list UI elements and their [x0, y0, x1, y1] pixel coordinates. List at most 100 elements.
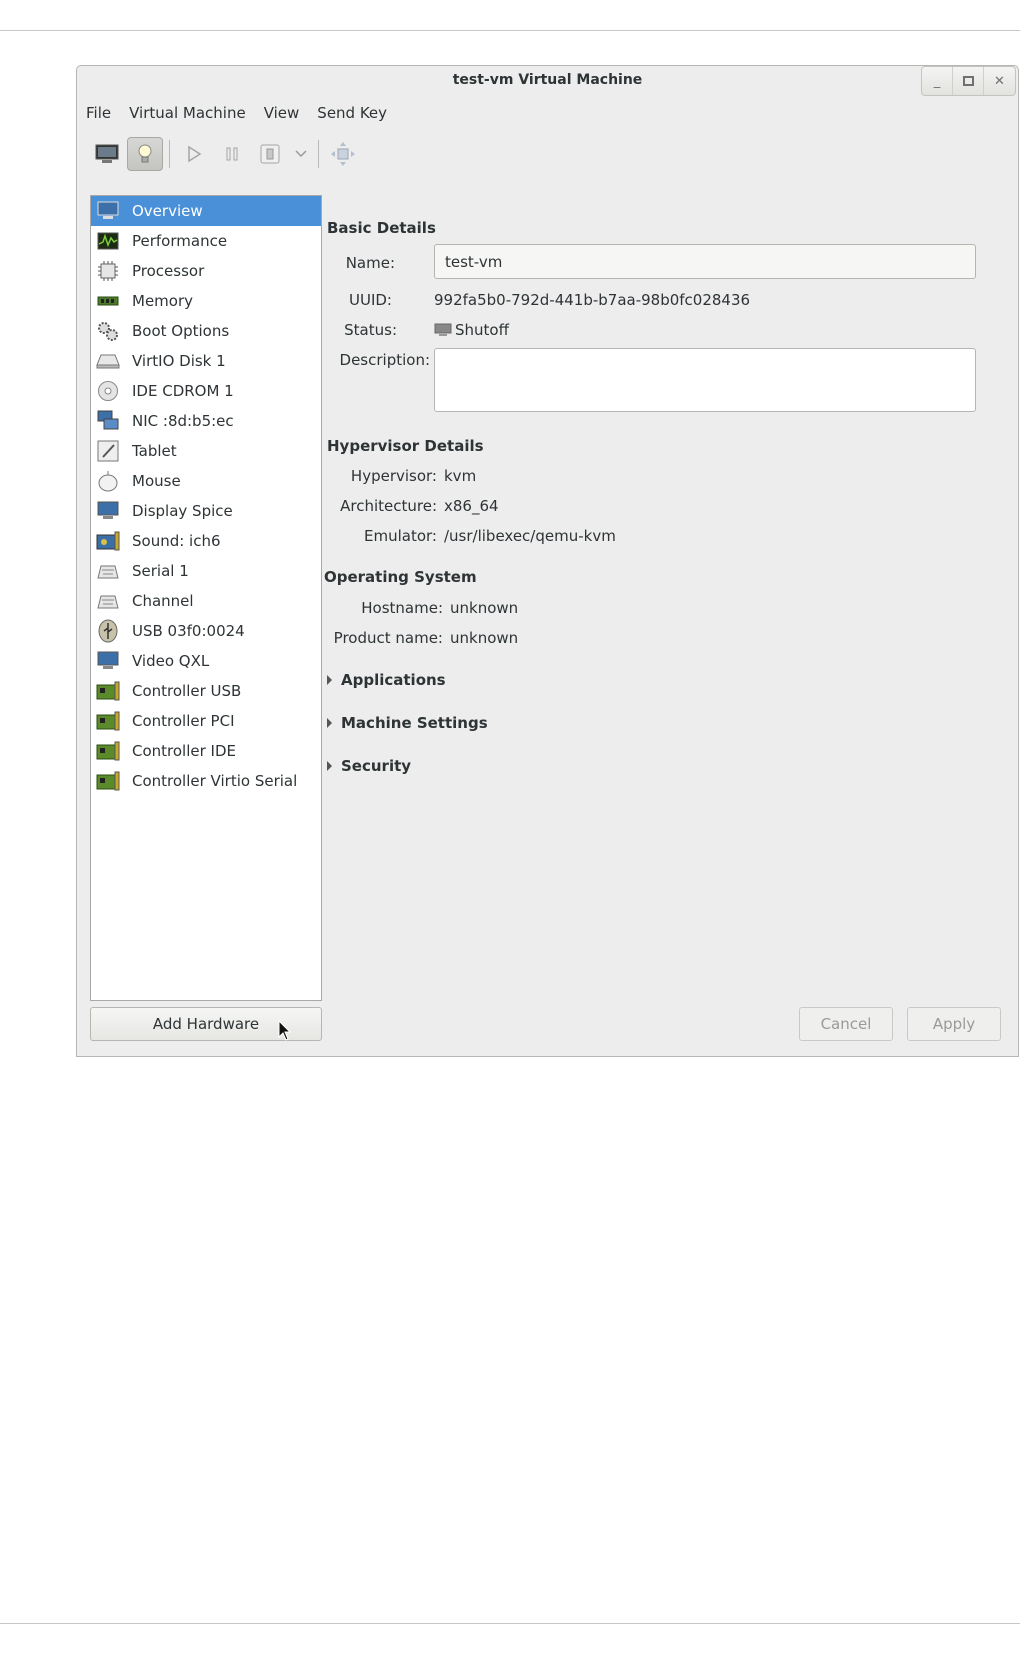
sidebar-item-mouse[interactable]: Mouse [91, 466, 321, 496]
toolbar [89, 136, 363, 172]
sidebar-item-nic[interactable]: NIC :8d:b5:ec [91, 406, 321, 436]
cpu-chip-icon [96, 260, 120, 282]
sidebar-item-label: Channel [132, 592, 194, 610]
tablet-icon [96, 440, 120, 462]
close-button[interactable]: ✕ [984, 67, 1015, 95]
expander-arrow-icon [327, 761, 332, 771]
menu-file[interactable]: File [77, 102, 120, 124]
sidebar-item-controller-virtio-serial[interactable]: Controller Virtio Serial [91, 766, 321, 796]
expander-arrow-icon [327, 718, 332, 728]
sidebar-item-virtio-disk-1[interactable]: VirtIO Disk 1 [91, 346, 321, 376]
performance-graph-icon [96, 230, 120, 252]
basic-details-heading: Basic Details [327, 219, 436, 237]
product-name-label: Product name: [333, 629, 443, 647]
shutdown-menu-button[interactable] [290, 137, 312, 171]
emulator-label: Emulator: [364, 527, 437, 545]
hostname-value: unknown [450, 599, 519, 617]
sidebar-item-label: Overview [132, 202, 203, 220]
display-icon [96, 500, 120, 522]
sound-card-icon [96, 530, 120, 552]
sidebar-item-channel[interactable]: Channel [91, 586, 321, 616]
sidebar-item-video-qxl[interactable]: Video QXL [91, 646, 321, 676]
name-label: Name: [345, 254, 395, 272]
cancel-button[interactable]: Cancel [799, 1007, 893, 1041]
uuid-label: UUID: [349, 291, 392, 309]
architecture-value: x86_64 [444, 497, 499, 515]
sidebar-item-controller-pci[interactable]: Controller PCI [91, 706, 321, 736]
shutdown-icon [260, 144, 280, 164]
sidebar-item-label: Controller Virtio Serial [132, 772, 298, 790]
sidebar-item-label: Display Spice [132, 502, 233, 520]
sidebar-item-performance[interactable]: Performance [91, 226, 321, 256]
applications-expander[interactable]: Applications [327, 671, 446, 689]
machine-settings-expander[interactable]: Machine Settings [327, 714, 488, 732]
menu-virtual-machine[interactable]: Virtual Machine [120, 102, 255, 124]
toolbar-separator [169, 140, 170, 168]
gears-icon [96, 320, 120, 342]
sidebar-item-label: Boot Options [132, 322, 230, 340]
channel-icon [96, 590, 120, 612]
sidebar-item-label: Processor [132, 262, 205, 280]
hypervisor-details-heading: Hypervisor Details [327, 437, 484, 455]
minimize-button[interactable]: _ [922, 67, 953, 95]
security-expander[interactable]: Security [327, 757, 411, 775]
security-label: Security [341, 757, 412, 775]
sidebar-item-usb[interactable]: USB 03f0:0024 [91, 616, 321, 646]
hypervisor-value: kvm [444, 467, 477, 485]
sidebar-item-label: Controller IDE [132, 742, 237, 760]
description-label: Description: [339, 351, 430, 369]
sidebar-item-controller-ide[interactable]: Controller IDE [91, 736, 321, 766]
top-divider [0, 30, 1020, 31]
status-text: Shutoff [455, 321, 509, 339]
window-title: test-vm Virtual Machine [452, 72, 643, 88]
sidebar-item-sound-ich6[interactable]: Sound: ich6 [91, 526, 321, 556]
console-button[interactable] [89, 137, 125, 171]
title-bar[interactable]: test-vm Virtual Machine _ ✕ [77, 66, 1018, 96]
fullscreen-button[interactable] [325, 137, 361, 171]
maximize-button[interactable] [953, 67, 984, 95]
sidebar-item-label: Mouse [132, 472, 181, 490]
sidebar-item-processor[interactable]: Processor [91, 256, 321, 286]
sidebar-item-serial-1[interactable]: Serial 1 [91, 556, 321, 586]
status-value: Shutoff [434, 321, 509, 339]
run-button[interactable] [176, 137, 212, 171]
hardware-list: Overview Performance Processor Memory Bo… [90, 195, 322, 1001]
apply-button[interactable]: Apply [907, 1007, 1001, 1041]
details-button[interactable] [127, 137, 163, 171]
mouse-icon [96, 470, 120, 492]
menu-bar: File Virtual Machine View Send Key [77, 102, 396, 124]
sidebar-item-overview[interactable]: Overview [91, 196, 321, 226]
hard-disk-icon [96, 350, 120, 372]
architecture-label: Architecture: [340, 497, 437, 515]
applications-label: Applications [341, 671, 446, 689]
video-card-icon [96, 650, 120, 672]
sidebar-item-label: Controller PCI [132, 712, 235, 730]
sidebar-item-ide-cdrom-1[interactable]: IDE CDROM 1 [91, 376, 321, 406]
name-field[interactable]: test-vm [434, 244, 976, 279]
emulator-value: /usr/libexec/qemu-kvm [444, 527, 616, 545]
menu-view[interactable]: View [255, 102, 309, 124]
operating-system-heading: Operating System [324, 568, 477, 586]
sidebar-item-display-spice[interactable]: Display Spice [91, 496, 321, 526]
mouse-pointer-icon [278, 1020, 292, 1041]
uuid-value: 992fa5b0-792d-441b-b7aa-98b0fc028436 [434, 291, 751, 309]
sidebar-item-label: Tablet [132, 442, 177, 460]
sidebar-item-memory[interactable]: Memory [91, 286, 321, 316]
sidebar-item-label: Performance [132, 232, 228, 250]
pause-button[interactable] [214, 137, 250, 171]
sidebar-item-label: USB 03f0:0024 [132, 622, 245, 640]
menu-send-key[interactable]: Send Key [308, 102, 396, 124]
minimize-icon: _ [933, 73, 941, 89]
sidebar-item-controller-usb[interactable]: Controller USB [91, 676, 321, 706]
shutdown-button[interactable] [252, 137, 288, 171]
status-label: Status: [344, 321, 397, 339]
dropdown-chevron-icon [295, 150, 307, 158]
serial-port-icon [96, 560, 120, 582]
sidebar-item-label: Controller USB [132, 682, 242, 700]
overview-panel: Basic Details Name: test-vm UUID: 992fa5… [324, 195, 1017, 1001]
sidebar-item-tablet[interactable]: Tablet [91, 436, 321, 466]
sidebar-item-boot-options[interactable]: Boot Options [91, 316, 321, 346]
memory-stick-icon [96, 290, 120, 312]
description-field[interactable] [434, 348, 976, 412]
network-icon [96, 410, 120, 432]
